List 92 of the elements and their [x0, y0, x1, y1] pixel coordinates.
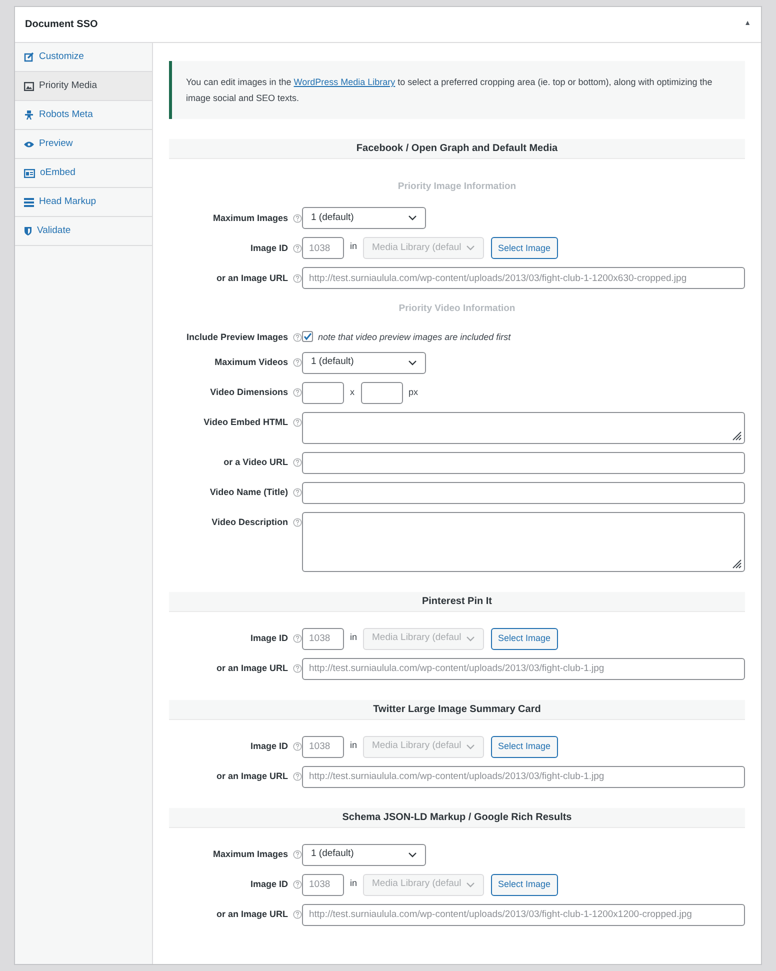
panel-title: Document SSO [25, 18, 98, 32]
url-field[interactable] [302, 452, 745, 474]
help-icon[interactable] [293, 664, 302, 673]
field-label: Maximum Images [212, 212, 288, 225]
section-heading: Pinterest Pin It [169, 592, 745, 612]
field-label: Image ID [250, 632, 288, 645]
list-icon [24, 198, 34, 206]
help-icon[interactable] [293, 634, 302, 643]
select-image-button[interactable]: Select Image [491, 736, 558, 758]
shield-icon [24, 226, 32, 236]
dropdown[interactable]: 1 (default) [302, 844, 426, 866]
in-label: in [350, 240, 358, 254]
field-label: or an Image URL [216, 272, 288, 285]
url-field[interactable]: http://test.surniaulula.com/wp-content/uploads/2013/03/fight-club-1-1200x630-cropped.jpg [302, 267, 745, 290]
sidebar-tab[interactable]: Head Markup [15, 188, 152, 217]
chevron-down-icon [408, 360, 417, 366]
chevron-down-icon [466, 882, 476, 888]
field-label: Image ID [250, 242, 288, 255]
in-label: in [350, 738, 358, 752]
image-id-field[interactable]: 1038 [302, 736, 344, 758]
help-icon[interactable] [293, 488, 302, 497]
help-icon[interactable] [293, 333, 302, 342]
field-label: Video Embed HTML [204, 416, 288, 429]
in-label: in [350, 630, 358, 644]
help-icon[interactable] [293, 518, 302, 527]
field-label: or an Image URL [216, 662, 288, 675]
help-icon[interactable] [293, 458, 302, 467]
field-label: Video Dimensions [210, 386, 288, 399]
sidebar-tab[interactable]: oEmbed [15, 159, 152, 188]
url-field[interactable]: http://test.surniaulula.com/wp-content/uploads/2013/03/fight-club-1.jpg [302, 658, 745, 680]
help-icon[interactable] [293, 910, 302, 919]
media-library-link[interactable]: WordPress Media Library [294, 77, 396, 87]
chevron-down-icon [408, 852, 417, 858]
image-icon [24, 82, 34, 90]
field-label: Image ID [250, 878, 288, 891]
url-field[interactable]: http://test.surniaulula.com/wp-content/uploads/2013/03/fight-club-1.jpg [302, 766, 745, 788]
section-heading: Twitter Large Image Summary Card [169, 700, 745, 720]
field-label: Maximum Images [212, 848, 288, 861]
field-label: Maximum Videos [214, 356, 288, 369]
eye-icon [24, 140, 34, 148]
dropdown[interactable]: 1 (default) [302, 207, 426, 230]
url-field[interactable]: http://test.surniaulula.com/wp-content/uploads/2013/03/fight-club-1-1200x1200-cropped.jpg [302, 904, 745, 926]
field-label: Video Description [212, 516, 288, 529]
help-icon[interactable] [293, 214, 302, 223]
subsection-heading: Priority Image Information [398, 180, 516, 194]
field-label: or an Image URL [216, 908, 288, 921]
edit-icon [24, 52, 34, 62]
section-heading: Schema JSON-LD Markup / Google Rich Results [169, 808, 745, 828]
help-icon[interactable] [293, 244, 302, 253]
sidebar-tab[interactable]: Validate [15, 217, 152, 246]
sidebar-tab[interactable]: Robots Meta [15, 101, 152, 130]
chevron-down-icon [466, 636, 476, 642]
help-icon[interactable] [293, 880, 302, 889]
chevron-down-icon [466, 245, 476, 252]
image-id-field[interactable]: 1038 [302, 628, 344, 650]
notice-text: You can edit images in the WordPress Media Library to select a preferred cropping area (ie. top or bottom), along with optimizing the image social and SEO texts. [186, 76, 714, 105]
select-image-button[interactable]: Select Image [491, 237, 558, 260]
field-label: or an Image URL [216, 770, 288, 783]
sidebar-tab[interactable]: Priority Media [15, 72, 152, 101]
dropdown[interactable]: 1 (default) [302, 352, 426, 374]
section-heading: Facebook / Open Graph and Default Media [169, 139, 745, 159]
checkbox-note: note that video preview images are included first [318, 330, 511, 344]
help-icon[interactable] [293, 274, 302, 283]
help-icon[interactable] [293, 742, 302, 751]
help-icon[interactable] [293, 850, 302, 859]
field-label: Video Name (Title) [210, 486, 288, 499]
width-field[interactable] [302, 382, 344, 404]
id-card-icon [24, 168, 35, 178]
field-label: or a Video URL [224, 456, 288, 469]
help-icon[interactable] [293, 772, 302, 781]
unit-label: px [408, 386, 418, 399]
chevron-down-icon [408, 215, 417, 222]
height-field[interactable] [360, 382, 402, 404]
in-label: in [350, 876, 358, 890]
subsection-heading: Priority Video Information [398, 302, 516, 316]
select-image-button[interactable]: Select Image [491, 874, 558, 896]
help-icon[interactable] [293, 358, 302, 367]
resize-handle-icon[interactable] [730, 556, 742, 568]
help-icon[interactable] [293, 388, 302, 397]
times-label: x [350, 386, 354, 399]
field-label: Image ID [250, 740, 288, 753]
image-id-field[interactable]: 1038 [302, 237, 344, 260]
image-id-field[interactable]: 1038 [302, 874, 344, 896]
url-field[interactable] [302, 482, 745, 504]
sidebar-tab[interactable]: Preview [15, 130, 152, 159]
help-icon[interactable] [293, 418, 302, 427]
checkbox[interactable] [302, 330, 313, 342]
field-label: Include Preview Images [186, 330, 288, 344]
chevron-down-icon [466, 744, 476, 750]
resize-handle-icon[interactable] [730, 428, 742, 440]
select-image-button[interactable]: Select Image [491, 628, 558, 650]
robot-icon [24, 110, 34, 120]
